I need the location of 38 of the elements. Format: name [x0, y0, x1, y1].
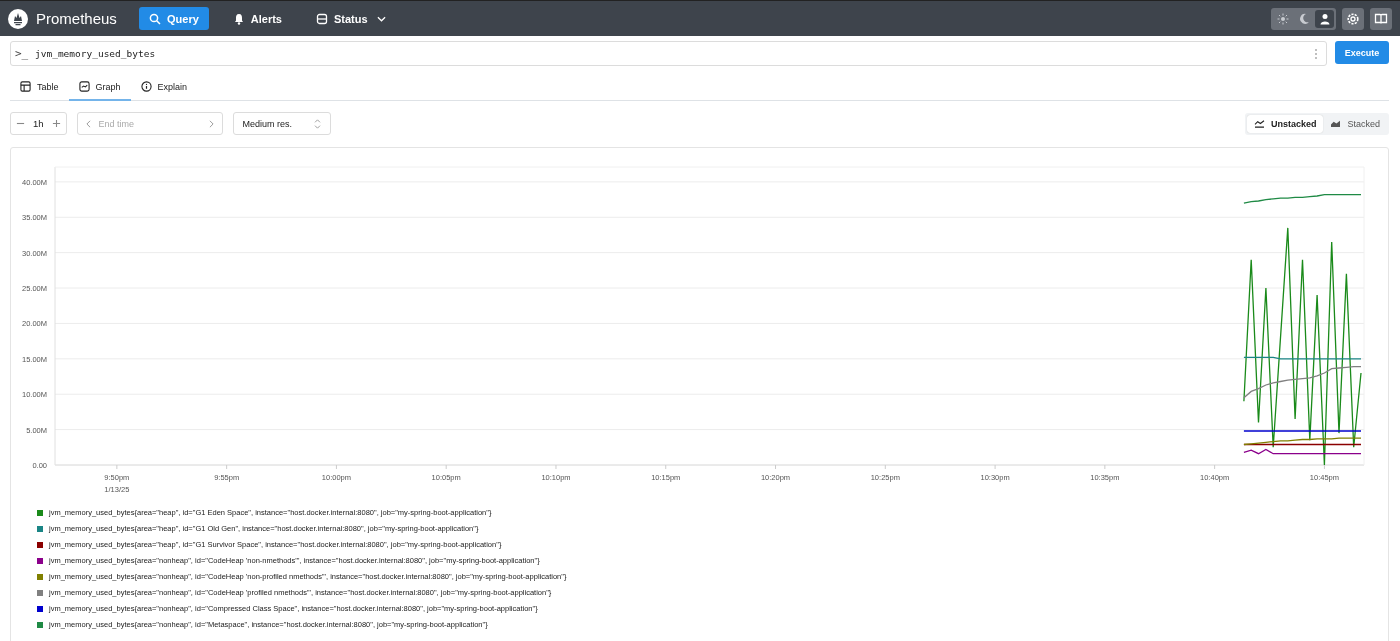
query-input[interactable]: jvm_memory_used_bytes — [35, 48, 1308, 59]
plus-icon — [51, 119, 61, 128]
chart-icon — [78, 81, 90, 92]
up-down-chevron-icon — [313, 118, 321, 129]
theme-button[interactable] — [1315, 9, 1334, 28]
book-icon — [1374, 11, 1388, 26]
server-icon — [316, 12, 328, 25]
settings-icon — [1346, 11, 1360, 26]
stack-mode-button[interactable]: Unstacked — [1246, 114, 1324, 133]
bell-icon — [232, 12, 245, 25]
chevron-right-icon — [208, 119, 214, 128]
area-chart-icon — [1330, 119, 1342, 128]
nav-tab[interactable]: Alerts — [222, 7, 292, 30]
stack-mode-button[interactable]: Stacked — [1323, 114, 1387, 133]
resolution-select[interactable]: Medium res. — [232, 112, 331, 135]
info-icon — [140, 81, 152, 92]
brand-title: Prometheus — [36, 10, 117, 27]
moon-icon — [1297, 12, 1310, 25]
docs-button[interactable] — [1370, 7, 1392, 30]
chevron-left-icon — [85, 119, 91, 128]
view-tab[interactable]: Table — [10, 75, 69, 101]
range-value: 1h — [33, 118, 44, 129]
search-icon — [149, 12, 161, 25]
nav-tab[interactable]: Status — [306, 7, 396, 30]
settings-button[interactable] — [1342, 7, 1364, 30]
nav-tab[interactable]: Query — [139, 7, 209, 30]
torch-logo-icon — [8, 8, 28, 29]
sun-icon — [1276, 12, 1289, 25]
user-icon — [1318, 12, 1331, 25]
prompt-symbol: >_ — [15, 47, 29, 60]
table-icon — [20, 81, 31, 92]
more-options-icon[interactable] — [1314, 47, 1318, 60]
query-field[interactable]: >_ jvm_memory_used_bytes — [10, 41, 1327, 66]
view-tab[interactable]: Explain — [130, 75, 198, 101]
view-tab[interactable]: Graph — [68, 75, 131, 101]
end-time-field[interactable]: End time — [76, 112, 223, 135]
line-chart-icon — [1253, 119, 1265, 128]
execute-button[interactable]: Execute — [1335, 41, 1389, 64]
